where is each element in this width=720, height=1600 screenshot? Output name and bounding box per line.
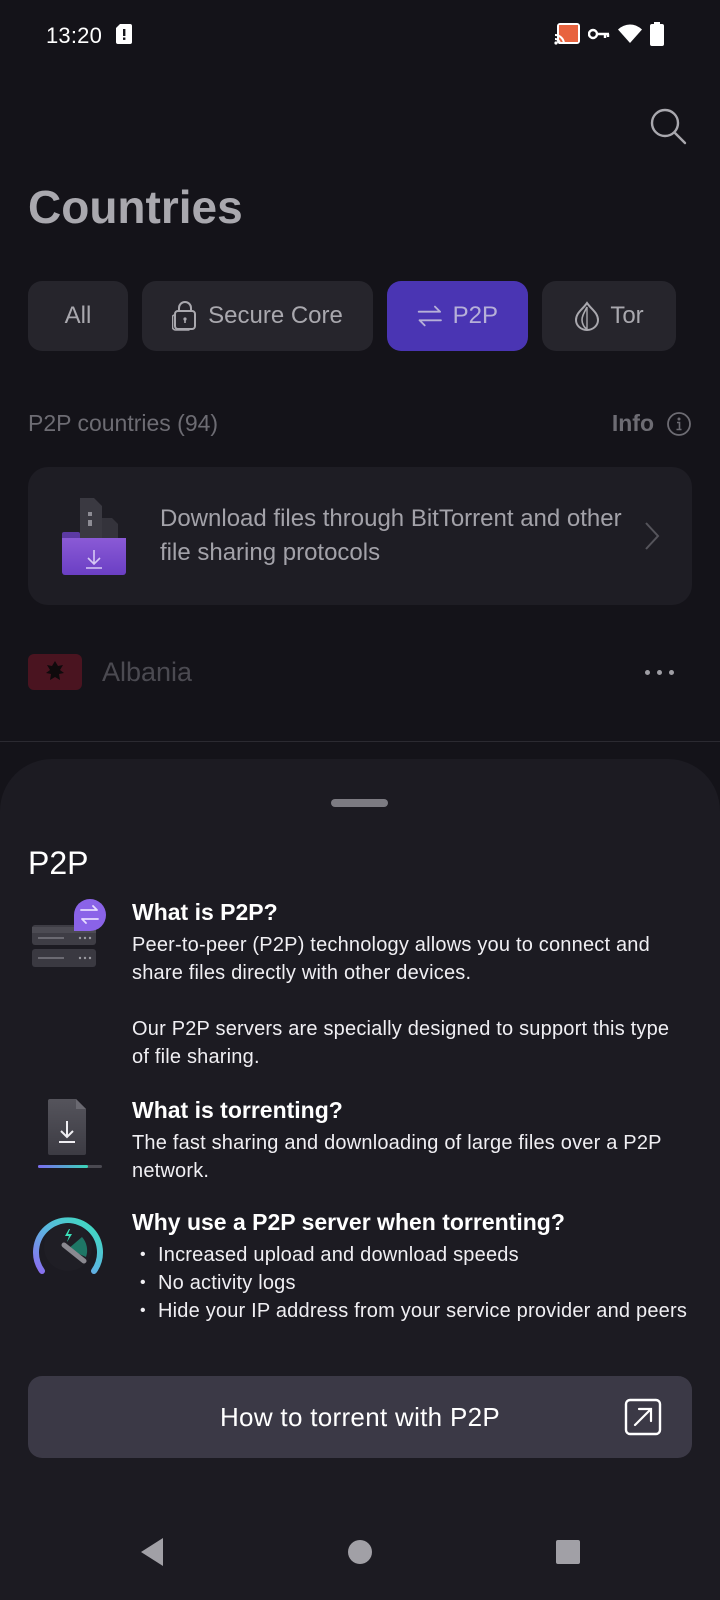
info-item-what-is-p2p: What is P2P? Peer-to-peer (P2P) technolo… <box>28 897 692 1071</box>
secure-core-lock-icon <box>172 301 197 331</box>
status-bar: 13:20 <box>0 0 720 72</box>
info-label: Info <box>611 410 654 436</box>
nav-back-button[interactable] <box>132 1532 172 1572</box>
info-circle-icon <box>667 411 691 436</box>
info-heading: What is P2P? <box>132 899 278 925</box>
info-text: Peer-to-peer (P2P) technology allows you… <box>132 931 692 1071</box>
tor-onion-icon <box>575 301 600 331</box>
section-count-label: P2P countries (94) <box>28 410 219 436</box>
filter-label: Secure Core <box>208 302 343 329</box>
section-header: P2P countries (94) Info <box>28 410 692 437</box>
more-dot <box>669 669 674 675</box>
info-paragraph: The fast sharing and downloading of larg… <box>132 1132 662 1182</box>
filter-p2p[interactable]: P2P <box>387 281 528 351</box>
filter-label: All <box>64 302 92 329</box>
search-button[interactable] <box>648 106 688 146</box>
nav-recents-button[interactable] <box>548 1532 588 1572</box>
benefit-item: Hide your IP address from your service p… <box>132 1297 692 1325</box>
more-options-button[interactable] <box>645 669 692 675</box>
info-heading: What is torrenting? <box>132 1097 343 1123</box>
filter-label: P2P <box>452 302 498 329</box>
wifi-icon <box>618 24 642 49</box>
info-item-why-use-p2p: Why use a P2P server when torrenting? In… <box>28 1207 692 1325</box>
torrent-file-download-icon <box>28 1095 108 1175</box>
how-to-torrent-button[interactable]: How to torrent with P2P <box>28 1376 692 1458</box>
chevron-right-icon <box>645 522 660 550</box>
filter-all[interactable]: All <box>28 281 128 351</box>
benefit-item: No activity logs <box>132 1269 692 1297</box>
recents-icon <box>556 1540 580 1564</box>
info-heading: Why use a P2P server when torrenting? <box>132 1209 565 1235</box>
vpn-key-icon <box>587 27 610 46</box>
system-nav-bar <box>0 1520 720 1600</box>
nav-home-button[interactable] <box>340 1532 380 1572</box>
albania-flag-icon <box>28 654 82 690</box>
promo-text: Download files through BitTorrent and ot… <box>160 505 622 566</box>
info-item-what-is-torrenting: What is torrenting? The fast sharing and… <box>28 1095 692 1185</box>
country-name: Albania <box>102 656 193 687</box>
more-horizontal-icon <box>645 669 650 675</box>
countries-screen: Countries All Secure Core P2P Tor P2P co… <box>0 72 720 742</box>
page-title: Countries <box>28 181 243 233</box>
info-paragraph: Our P2P servers are specially designed t… <box>132 1018 670 1068</box>
country-row[interactable]: Albania <box>28 635 692 709</box>
battery-icon <box>650 21 664 51</box>
filter-secure-core[interactable]: Secure Core <box>142 281 373 351</box>
search-icon <box>650 108 687 145</box>
more-dot <box>657 669 662 675</box>
home-icon <box>348 1540 372 1564</box>
cast-icon <box>554 22 580 50</box>
filter-label: Tor <box>610 302 644 329</box>
filter-tor[interactable]: Tor <box>542 281 676 351</box>
sim-alert-icon <box>116 23 133 49</box>
back-icon <box>141 1538 163 1566</box>
status-time: 13:20 <box>46 23 103 48</box>
info-button[interactable]: Info <box>612 410 692 437</box>
benefit-item: Increased upload and download speeds <box>132 1241 692 1269</box>
cta-label: How to torrent with P2P <box>219 1401 500 1432</box>
p2p-promo-card[interactable]: Download files through BitTorrent and ot… <box>28 467 692 605</box>
download-folder-icon <box>62 498 126 575</box>
info-paragraph: Peer-to-peer (P2P) technology allows you… <box>132 934 650 984</box>
divider <box>0 741 720 742</box>
p2p-arrows-icon <box>417 305 442 327</box>
benefits-list: Increased upload and download speeds No … <box>132 1241 692 1325</box>
p2p-info-bottom-sheet: P2P What is P2P? Peer-to-peer (P2P) tech… <box>0 759 720 1600</box>
speedometer-icon <box>28 1207 108 1287</box>
p2p-server-icon <box>28 897 108 977</box>
external-link-icon <box>624 1398 662 1436</box>
sheet-title: P2P <box>28 845 89 881</box>
info-text: The fast sharing and downloading of larg… <box>132 1129 692 1185</box>
filter-chips: All Secure Core P2P Tor <box>28 281 676 351</box>
drag-handle[interactable] <box>331 799 388 807</box>
